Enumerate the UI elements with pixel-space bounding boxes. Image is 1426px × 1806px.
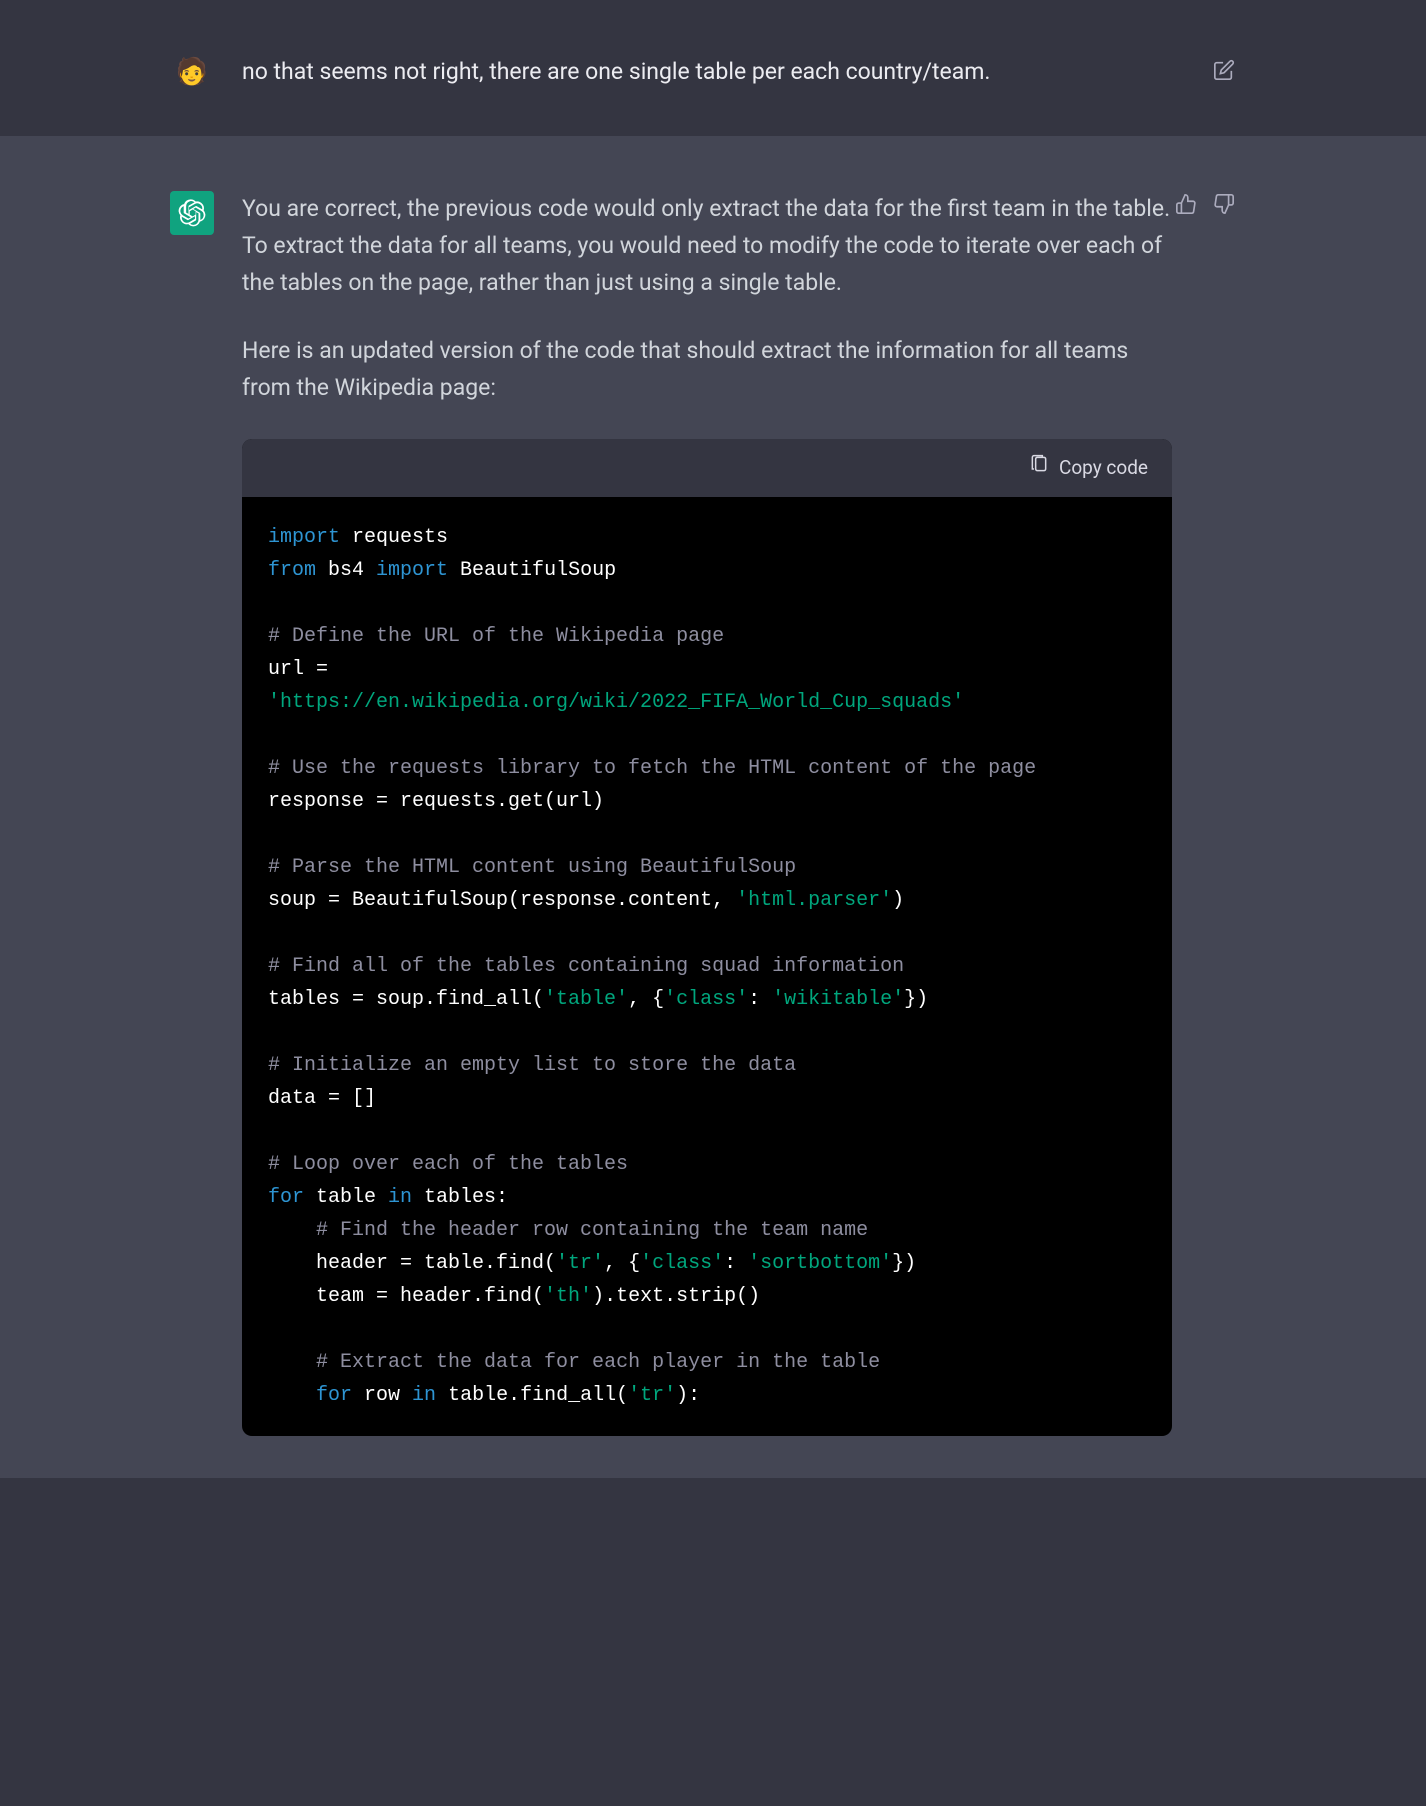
assistant-para-1: You are correct, the previous code would… bbox=[242, 191, 1172, 301]
code-block-header: Copy code bbox=[242, 439, 1172, 497]
assistant-avatar bbox=[170, 191, 214, 235]
assistant-para-2: Here is an updated version of the code t… bbox=[242, 333, 1172, 407]
thumbs-up-icon[interactable] bbox=[1174, 192, 1198, 216]
user-message-block: 🧑 no that seems not right, there are one… bbox=[0, 0, 1426, 136]
copy-code-button[interactable]: Copy code bbox=[1029, 453, 1148, 483]
assistant-message-block: You are correct, the previous code would… bbox=[0, 136, 1426, 1478]
user-message-actions bbox=[1212, 58, 1236, 82]
user-message-text: no that seems not right, there are one s… bbox=[242, 50, 1172, 94]
assistant-message-content: You are correct, the previous code would… bbox=[242, 191, 1172, 1436]
copy-code-label: Copy code bbox=[1059, 453, 1148, 483]
code-block: Copy code import requests from bs4 impor… bbox=[242, 439, 1172, 1436]
clipboard-icon bbox=[1029, 453, 1049, 483]
user-avatar: 🧑 bbox=[170, 50, 214, 94]
code-body[interactable]: import requests from bs4 import Beautifu… bbox=[242, 497, 1172, 1436]
assistant-message-actions bbox=[1174, 192, 1236, 216]
edit-icon[interactable] bbox=[1212, 58, 1236, 82]
thumbs-down-icon[interactable] bbox=[1212, 192, 1236, 216]
